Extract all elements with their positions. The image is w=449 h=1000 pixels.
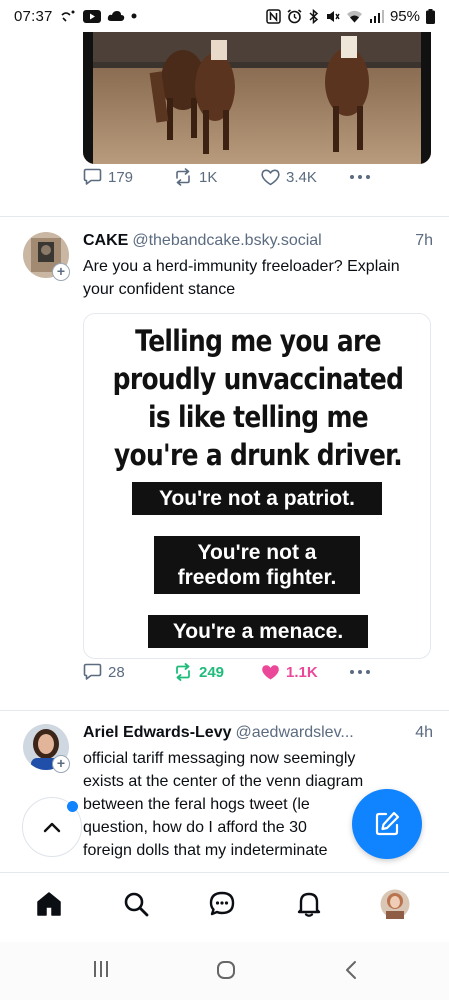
more-options-button[interactable] (349, 669, 371, 675)
status-bar: 07:37 95% (0, 0, 449, 32)
new-posts-dot (67, 801, 78, 812)
nav-home[interactable] (34, 889, 64, 919)
post2-header: CAKE @thebandcake.bsky.social 7h (83, 232, 433, 250)
bluetooth-icon (309, 8, 319, 24)
meme-box-menace: You're a menace. (148, 615, 368, 648)
chevron-up-icon (43, 822, 61, 833)
heart-filled-icon (262, 664, 279, 679)
like-button[interactable]: 1.1K (261, 664, 318, 681)
more-options-button[interactable] (349, 174, 371, 180)
battery-percent: 95% (389, 7, 420, 25)
battery-icon (426, 8, 435, 24)
repost-count: 249 (199, 663, 225, 681)
bottom-nav (0, 872, 449, 942)
bell-icon (297, 892, 321, 917)
compose-icon (375, 811, 400, 836)
nav-profile[interactable] (380, 889, 410, 919)
recents-icon (94, 961, 108, 977)
dot-icon (131, 13, 137, 19)
reply-icon (83, 663, 102, 680)
post-divider (0, 216, 449, 217)
home-circle-icon (217, 961, 235, 979)
post2-text: Are you a herd-immunity freeloader? Expl… (83, 258, 400, 298)
heart-icon (261, 169, 280, 185)
post3-header: Ariel Edwards-Levy @aedwardslev... 4h (83, 724, 433, 742)
post-time: 7h (415, 232, 433, 249)
author-handle[interactable]: @thebandcake.bsky.social (132, 232, 321, 250)
wifi-call-icon (60, 10, 75, 22)
repost-count: 1K (199, 168, 218, 186)
search-icon (124, 892, 149, 917)
nav-notifications[interactable] (294, 889, 324, 919)
post-image-horse-race[interactable] (83, 32, 431, 164)
like-count: 3.4K (286, 168, 317, 186)
author-handle[interactable]: @aedwardslev... (236, 724, 354, 742)
mute-icon (326, 10, 340, 22)
nav-chat[interactable] (207, 889, 237, 919)
back-button[interactable] (344, 960, 358, 980)
reply-count: 28 (108, 663, 125, 681)
reply-count: 179 (108, 168, 134, 186)
like-button[interactable]: 3.4K (261, 169, 317, 186)
repost-button[interactable]: 1K (173, 168, 217, 186)
status-time: 07:37 (14, 7, 53, 25)
more-icon (350, 175, 370, 179)
post-time: 4h (415, 724, 433, 741)
meme-headline: Telling me you are proudly unvaccinated … (112, 324, 404, 472)
reply-button[interactable]: 28 (83, 663, 125, 681)
alarm-icon (287, 8, 302, 23)
meme-box-freedom: You're not a freedom fighter. (154, 536, 360, 594)
signal-icon (369, 10, 384, 23)
reply-button[interactable]: 179 (83, 168, 133, 186)
system-nav-bar (0, 942, 449, 1000)
home-button[interactable] (216, 960, 236, 980)
home-icon (37, 892, 61, 916)
author-name[interactable]: CAKE (83, 232, 128, 250)
meme-box-patriot: You're not a patriot. (132, 482, 382, 515)
repost-button[interactable]: 249 (173, 663, 224, 681)
nfc-icon (266, 8, 281, 24)
repost-icon (176, 663, 190, 681)
post-image-meme[interactable]: Telling me you are proudly unvaccinated … (83, 313, 431, 659)
profile-avatar (380, 889, 410, 919)
author-name[interactable]: Ariel Edwards-Levy (83, 724, 232, 742)
post-divider (0, 710, 449, 711)
nav-search[interactable] (121, 889, 151, 919)
cloud-icon (107, 11, 124, 21)
chat-icon (209, 891, 235, 916)
follow-plus-icon[interactable]: + (52, 755, 70, 773)
feed[interactable]: 179 1K 3.4K + CAKE @thebandcake.bsky.soc… (0, 32, 449, 872)
wifi-icon (346, 10, 362, 23)
repost-icon (176, 168, 190, 186)
like-count: 1.1K (286, 663, 318, 681)
follow-plus-icon[interactable]: + (52, 263, 70, 281)
recents-button[interactable] (92, 960, 110, 978)
youtube-icon (82, 9, 101, 23)
back-chevron-icon (346, 961, 356, 979)
compose-button[interactable] (352, 789, 422, 859)
reply-icon (83, 168, 102, 185)
more-icon (350, 670, 370, 674)
